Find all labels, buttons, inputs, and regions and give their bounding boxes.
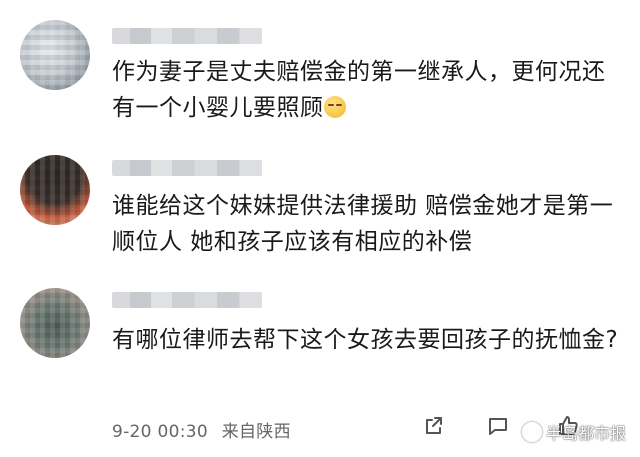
comment-icon[interactable] [486,414,510,438]
comment-text: 作为妻子是丈夫赔偿金的第一继承人，更何况还有一个小婴儿要照顾 [112,54,622,126]
avatar[interactable] [20,20,90,90]
comment-time: 9-20 00:30 [112,422,208,442]
avatar[interactable] [20,155,90,225]
watermark-text: 半岛都市报 [545,424,626,443]
username-blurred[interactable] [112,28,262,44]
comment-body: 作为妻子是丈夫赔偿金的第一继承人，更何况还有一个小婴儿要照顾 [112,59,606,121]
comment-text: 谁能给这个妹妹提供法律援助 赔偿金她才是第一顺位人 她和孩子应该有相应的补偿 [112,193,614,255]
comment-meta: 9-20 00:30 来自陕西 [112,417,291,442]
smirk-emoji-icon [323,96,346,118]
avatar[interactable] [20,288,90,358]
watermark: 半岛都市报 [521,420,626,444]
watermark-logo-icon [521,422,542,442]
share-icon[interactable] [422,414,446,438]
username-blurred[interactable] [112,292,262,308]
username-blurred[interactable] [112,160,262,176]
comment-text: 有哪位律师去帮下这个女孩去要回孩子的抚恤金? [112,327,619,353]
comment-location: 来自陕西 [221,422,291,442]
